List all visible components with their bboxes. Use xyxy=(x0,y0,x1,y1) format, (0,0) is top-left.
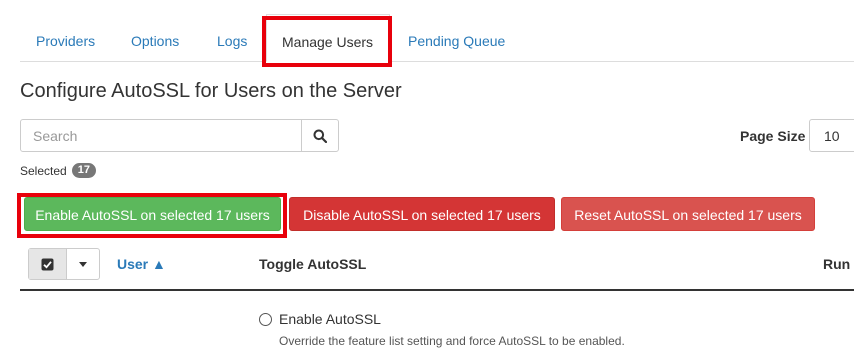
tab-options[interactable]: Options xyxy=(131,14,179,62)
page-size-select[interactable]: 10 xyxy=(809,119,854,152)
table-header-divider xyxy=(20,289,854,291)
tab-logs[interactable]: Logs xyxy=(217,14,247,62)
enable-autossl-option: Enable AutoSSL xyxy=(259,311,381,327)
disable-autossl-button[interactable]: Disable AutoSSL on selected 17 users xyxy=(289,197,555,231)
search-input[interactable] xyxy=(21,120,301,151)
selected-count: Selected 17 xyxy=(20,163,96,178)
reset-autossl-button[interactable]: Reset AutoSSL on selected 17 users xyxy=(561,197,815,231)
column-header-user[interactable]: User ▲ xyxy=(117,256,166,272)
search-icon xyxy=(313,129,327,143)
nav-tabs: Providers Options Logs Manage Users Pend… xyxy=(20,14,854,62)
search-group xyxy=(20,119,339,152)
enable-autossl-description: Override the feature list setting and fo… xyxy=(279,334,625,348)
enable-autossl-radio[interactable] xyxy=(259,312,272,326)
enable-autossl-radio-label: Enable AutoSSL xyxy=(279,311,381,327)
tab-providers[interactable]: Providers xyxy=(36,14,95,62)
tab-pending-queue[interactable]: Pending Queue xyxy=(408,14,505,62)
column-header-toggle-autossl: Toggle AutoSSL xyxy=(259,256,367,272)
select-all-group xyxy=(28,248,100,280)
caret-down-icon xyxy=(79,261,87,267)
select-all-checkbox[interactable] xyxy=(29,249,67,279)
search-button[interactable] xyxy=(301,120,338,151)
page-title: Configure AutoSSL for Users on the Serve… xyxy=(20,80,402,102)
page-size-label: Page Size xyxy=(740,128,806,144)
enable-button-highlight-box xyxy=(17,193,287,238)
select-options-dropdown[interactable] xyxy=(67,249,99,279)
tab-highlight-box xyxy=(262,16,392,67)
column-header-run: Run xyxy=(823,256,851,272)
checkbox-checked-icon xyxy=(41,258,54,270)
selected-label: Selected xyxy=(20,163,67,178)
selected-badge: 17 xyxy=(71,163,96,178)
